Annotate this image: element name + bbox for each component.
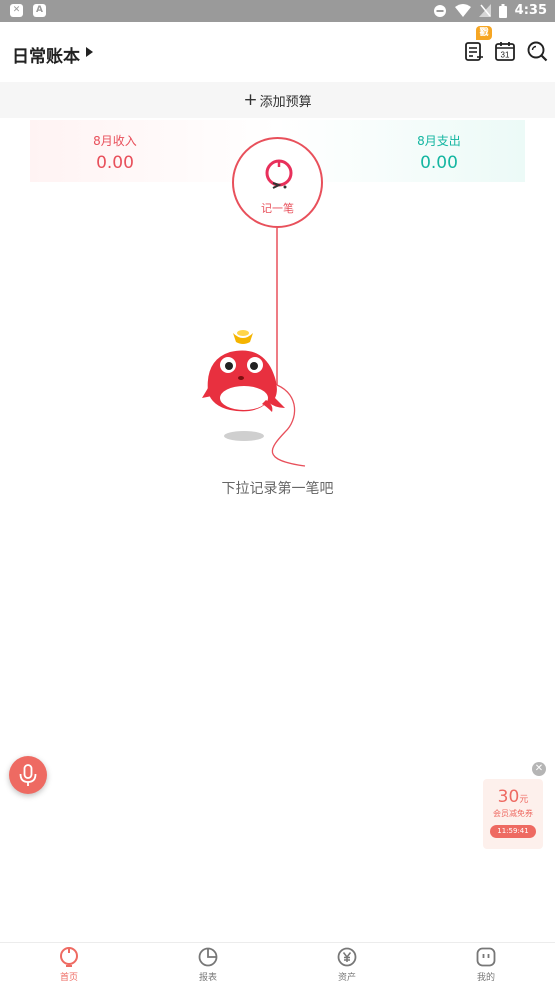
nav-home-label: 首页	[59, 973, 78, 983]
record-entry-button[interactable]: 记一笔	[232, 137, 323, 228]
coupon-amount: 30元	[483, 787, 543, 807]
voice-input-button[interactable]	[9, 756, 47, 794]
coupon-description: 会员减免券	[493, 809, 533, 818]
gold-ingot-icon	[233, 330, 253, 344]
coupon-countdown: 11:59:41	[490, 825, 536, 838]
coupon-unit: 元	[519, 795, 529, 805]
record-entry-label: 记一笔	[261, 202, 294, 215]
mascot-icon	[202, 350, 285, 412]
nav-home[interactable]: 首页	[34, 945, 104, 988]
nav-reports-label: 报表	[198, 973, 217, 983]
mascot-shadow	[224, 431, 264, 441]
mascot-illustration	[202, 228, 306, 467]
balloon-string-tail	[271, 384, 306, 467]
nav-assets-label: 资产	[337, 973, 356, 983]
bottom-navigation: 首页 报表 资产 我的	[0, 942, 555, 988]
nav-profile[interactable]: 我的	[451, 945, 521, 988]
coupon-close-icon[interactable]: ✕	[532, 762, 546, 776]
coupon-amount-number: 30	[497, 787, 520, 807]
pie-chart-icon	[198, 947, 218, 967]
nav-profile-label: 我的	[476, 973, 495, 983]
yen-icon	[337, 947, 357, 967]
record-pin-icon	[265, 159, 293, 189]
nav-reports[interactable]: 报表	[173, 945, 243, 988]
nav-assets[interactable]: 资产	[312, 945, 382, 988]
empty-hint-text: 下拉记录第一笔吧	[221, 481, 334, 497]
profile-icon	[476, 947, 496, 967]
home-icon	[60, 947, 78, 967]
member-coupon-card[interactable]: 30元 会员减免券 11:59:41	[483, 779, 543, 849]
microphone-icon	[19, 764, 37, 786]
